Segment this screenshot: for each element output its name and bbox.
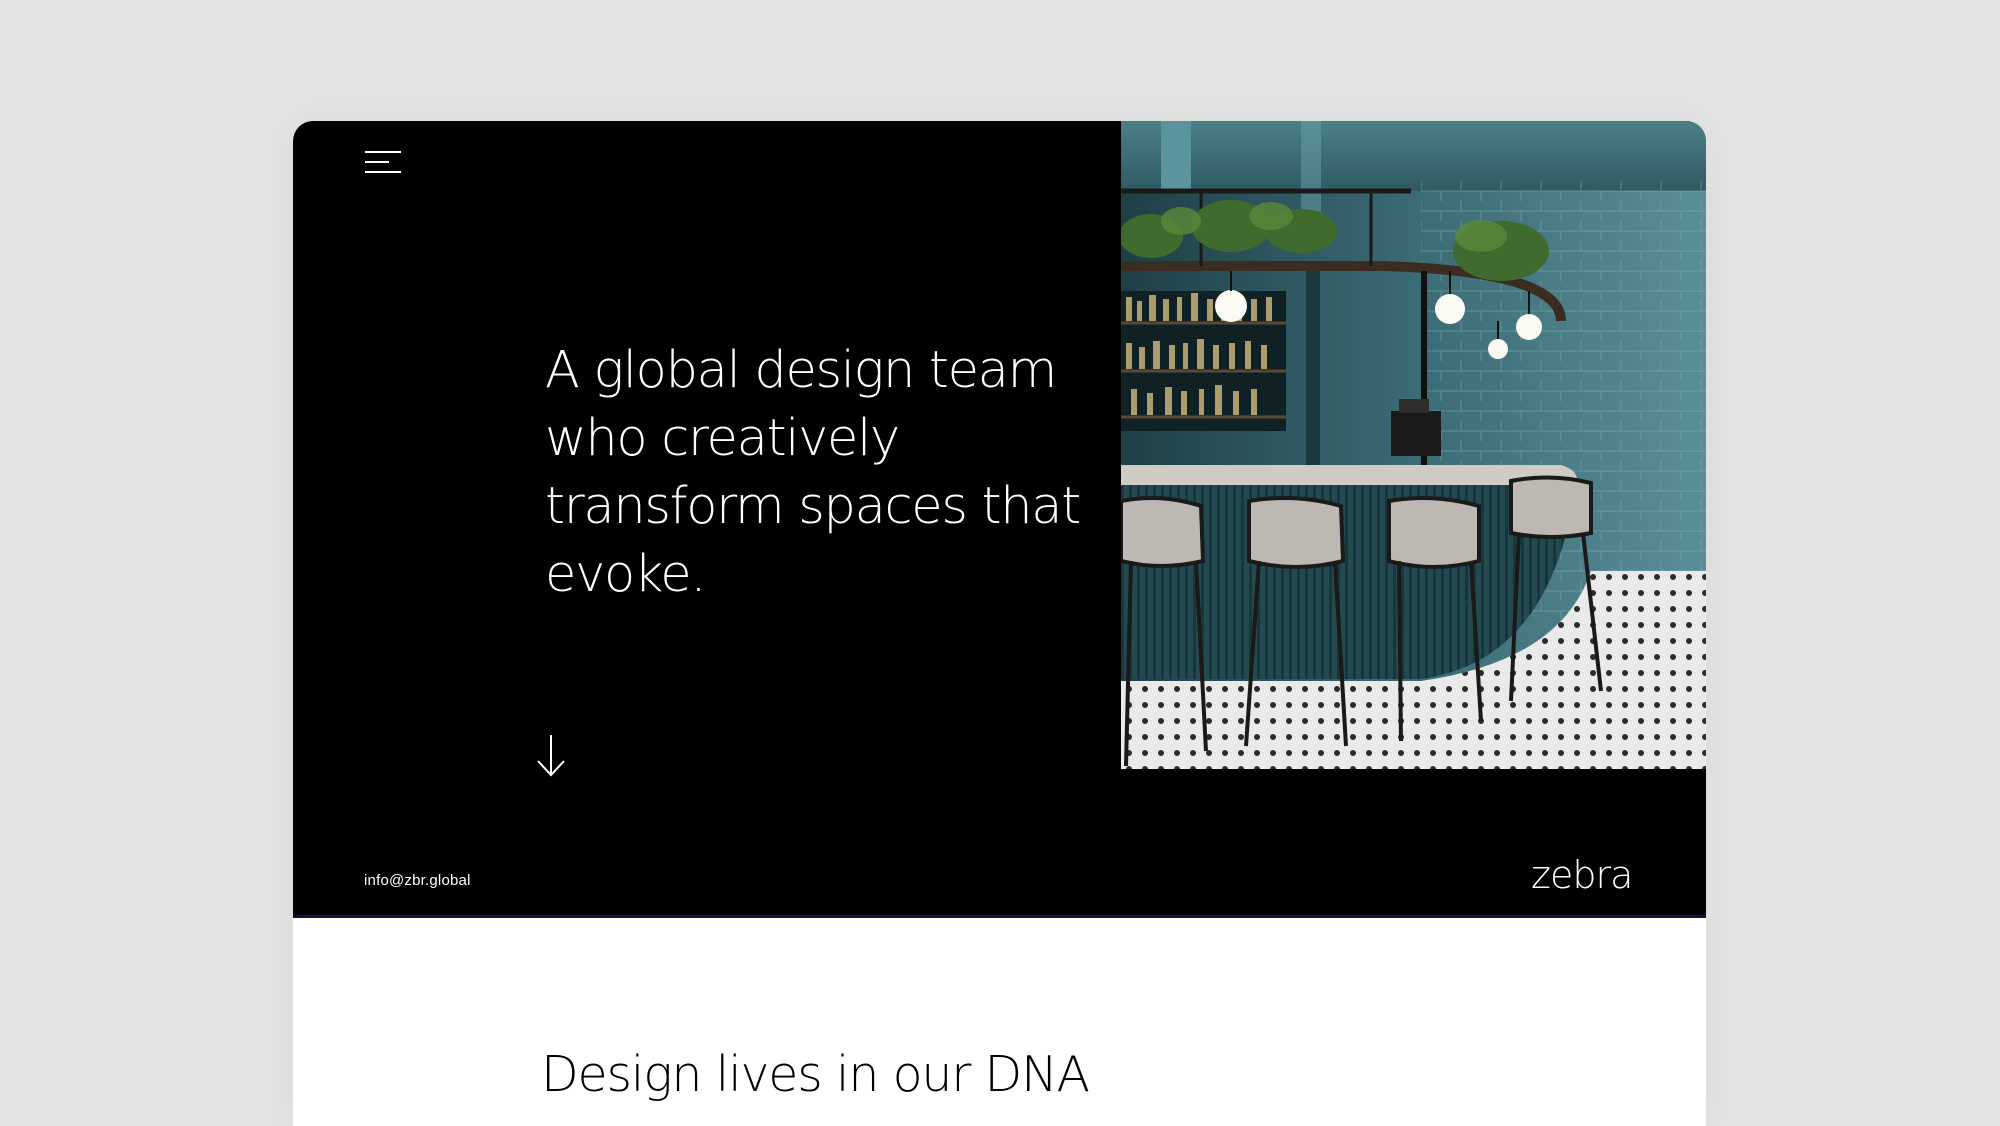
email-link[interactable]: info@zbr.global [364,872,471,889]
arrow-down-icon [537,735,565,777]
menu-line-bottom [365,171,401,173]
scroll-down-button[interactable] [533,725,573,785]
hamburger-menu-button[interactable] [363,145,403,181]
hero-section: A global design team who creatively tran… [293,121,1706,917]
bar-interior-illustration [1121,121,1706,769]
section-title: Design lives in our DNA [541,1046,1090,1103]
menu-line-top [365,151,401,153]
hero-image [1121,121,1706,769]
hero-divider [293,915,1706,918]
zebra-logo[interactable]: zebra [1531,853,1633,897]
menu-line-middle [365,161,389,163]
browser-page: A global design team who creatively tran… [293,121,1706,1126]
hero-headline: A global design team who creatively tran… [545,341,1081,604]
